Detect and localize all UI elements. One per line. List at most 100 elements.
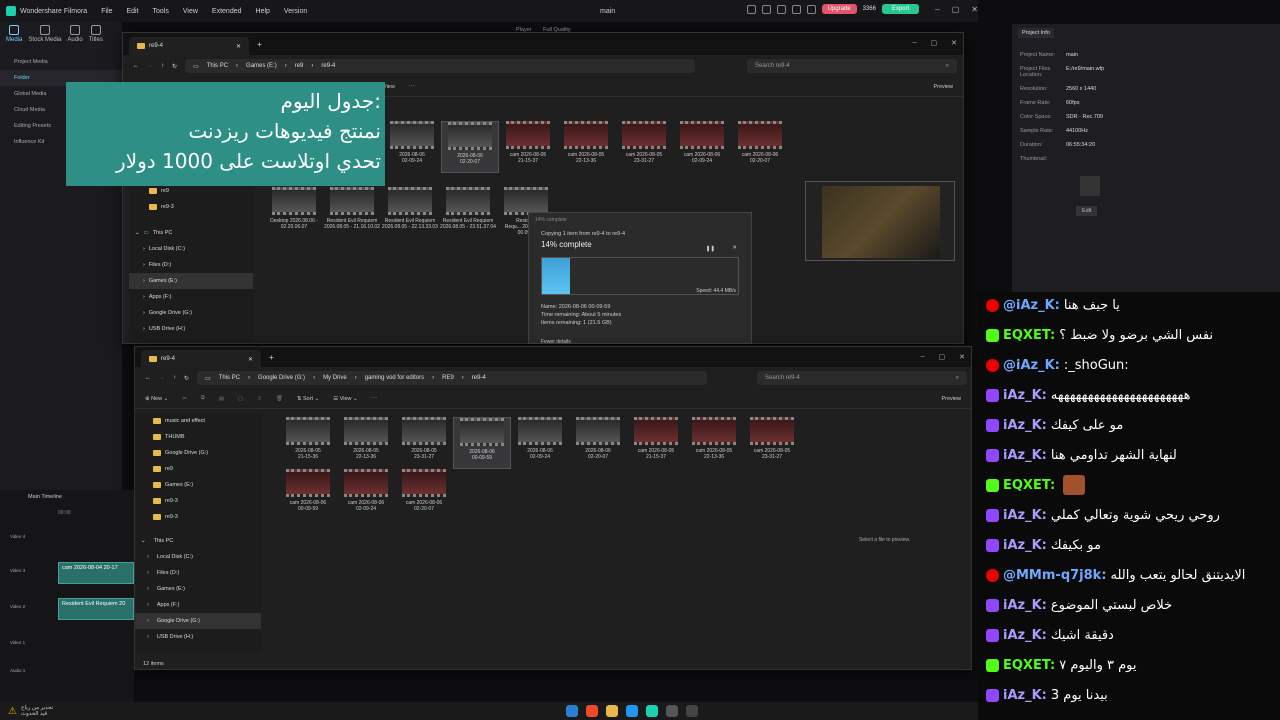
nav-item[interactable]: › Google Drive (G:) [135, 613, 261, 629]
telegram-icon[interactable] [626, 705, 638, 717]
nav-item[interactable]: re9-3 [129, 199, 253, 215]
close-icon[interactable]: ✕ [971, 5, 978, 14]
timeline-title[interactable]: Main Timeline [0, 490, 134, 500]
pause-icon[interactable]: ❚❚ [706, 246, 715, 252]
file-thumbnail[interactable]: cam 2026-08-06 02-09-24 [673, 121, 731, 173]
share-icon[interactable]: ⇪ [257, 396, 262, 402]
crumb[interactable]: re9 [295, 63, 304, 69]
filmora-icon[interactable] [646, 705, 658, 717]
file-thumbnail[interactable]: 2026-08-06 02-20-07 [441, 121, 499, 173]
keyboard-icon[interactable] [776, 4, 786, 14]
file-thumbnail[interactable]: cam 2026-08-05 23-31-27 [743, 417, 801, 469]
menu-version[interactable]: Version [284, 8, 307, 15]
view-button[interactable]: ☰ View ⌄ [333, 396, 357, 402]
nav-item[interactable]: › Google Drive (G:) [129, 305, 253, 321]
more-icon[interactable]: ⋯ [372, 396, 378, 402]
nav-item[interactable]: › Local Disk (C:) [135, 549, 261, 565]
paste-icon[interactable]: ▤ [219, 396, 224, 402]
forward-icon[interactable]: → [147, 63, 153, 69]
cloud-icon[interactable] [791, 4, 801, 14]
minimize-icon[interactable]: – [913, 39, 917, 47]
minimize-icon[interactable]: – [921, 353, 925, 361]
crumb[interactable]: RE9 [442, 375, 454, 381]
menu-edit[interactable]: Edit [126, 8, 138, 15]
file-thumbnail[interactable]: 2026-08-05 22-13-36 [337, 417, 395, 469]
file-thumbnail[interactable]: cam 2026-08-06 00-09-59 [279, 469, 337, 521]
file-explorer-icon[interactable] [606, 705, 618, 717]
file-thumbnail[interactable]: cam 2026-08-06 02-09-24 [337, 469, 395, 521]
file-thumbnail[interactable]: cam 2026-08-05 23-31-27 [615, 121, 673, 173]
close-icon[interactable]: ✕ [951, 39, 957, 47]
delete-icon[interactable]: 🗑 [276, 396, 283, 402]
nav-item[interactable]: Games (E:) [135, 477, 261, 493]
file-thumbnail[interactable]: 2026-08-06 02-20-07 [569, 417, 627, 469]
up-icon[interactable]: ↑ [173, 375, 176, 381]
toolbar-media[interactable]: Media [6, 25, 22, 43]
crumb[interactable]: re9-4 [472, 375, 486, 381]
nav-item[interactable]: › Games (E:) [135, 581, 261, 597]
cancel-icon[interactable]: ✕ [732, 245, 737, 251]
monitor-icon[interactable] [746, 4, 756, 14]
new-tab-icon[interactable]: + [257, 40, 262, 49]
menu-help[interactable]: Help [256, 8, 270, 15]
nav-item[interactable]: › Apps (F:) [135, 597, 261, 613]
project-info-tab[interactable]: Project Info [1018, 28, 1054, 38]
back-icon[interactable]: ← [145, 375, 151, 381]
explorer2-tab[interactable]: re9-4 ✕ [141, 350, 261, 368]
search-input[interactable]: Search re9-4 ⌕ [747, 59, 957, 73]
file-thumbnail[interactable]: 2026-08-06 02-09-24 [511, 417, 569, 469]
crumb[interactable]: This PC [219, 375, 240, 381]
file-thumbnail[interactable]: Resident Evil Requiem 2026.08.05 - 22.13.… [381, 187, 439, 239]
nav-item[interactable]: › Apps (F:) [129, 289, 253, 305]
obs-icon[interactable] [666, 705, 678, 717]
nav-item[interactable]: › Games (E:) [129, 273, 253, 289]
edit-thumbnail-button[interactable]: Edit [1076, 206, 1098, 216]
file-thumbnail[interactable]: cam 2026-08-05 22-13-36 [557, 121, 615, 173]
nav-this-pc[interactable]: ⌄ ▭ This PC [129, 225, 253, 241]
crumb[interactable]: My Drive [323, 375, 347, 381]
upgrade-button[interactable]: Upgrade [821, 4, 857, 14]
minimize-icon[interactable]: – [935, 5, 939, 14]
start-icon[interactable] [566, 705, 578, 717]
close-icon[interactable]: ✕ [959, 353, 965, 361]
file-thumbnail[interactable]: 2026-08-05 23-31-27 [395, 417, 453, 469]
file-thumbnail[interactable]: cam 2026-08-06 02-20-07 [395, 469, 453, 521]
back-icon[interactable]: ← [133, 63, 139, 69]
brave-icon[interactable] [586, 705, 598, 717]
toolbar-stock-media[interactable]: Stock Media [28, 25, 61, 43]
nav-item[interactable]: music and effect [135, 413, 261, 429]
menu-tools[interactable]: Tools [153, 8, 169, 15]
maximize-icon[interactable]: ▢ [939, 353, 946, 361]
timeline-clip[interactable]: Resident Evil Requiem 20 [58, 598, 134, 620]
crumb[interactable]: re9-4 [321, 63, 335, 69]
nav-item[interactable]: › Files (D:) [129, 257, 253, 273]
file-thumbnail[interactable]: 2026-08-06 02-09-24 [383, 121, 441, 173]
file-thumbnail[interactable]: cam 2026-08-06 02-20-07 [731, 121, 789, 173]
nav-item[interactable]: Google Drive (G:) [135, 445, 261, 461]
rename-icon[interactable]: ▢ [238, 396, 243, 402]
nav-item[interactable]: ⌄ This PC [135, 533, 261, 549]
file-thumbnail[interactable]: cam 2026-08-05 22-13-36 [685, 417, 743, 469]
crumb[interactable]: Google Drive (G:) [258, 375, 305, 381]
file-thumbnail[interactable]: 2026-08-05 21-15-36 [279, 417, 337, 469]
refresh-icon[interactable]: ↻ [172, 63, 177, 70]
nav-item[interactable]: re9-3 [135, 493, 261, 509]
address-bar[interactable]: ▭ This PC › Games (E:) › re9 › re9-4 [185, 59, 696, 73]
nav-item[interactable]: › USB Drive (H:) [135, 629, 261, 645]
explorer1-tab[interactable]: re9-4 ✕ [129, 37, 249, 55]
export-button[interactable]: Export [881, 4, 920, 14]
tab-close-icon[interactable]: ✕ [236, 43, 241, 50]
nav-item[interactable]: re9-3 [135, 509, 261, 525]
file-thumbnail[interactable]: cam 2026-08-05 21-15-37 [627, 417, 685, 469]
refresh-icon[interactable]: ↻ [184, 375, 189, 382]
sort-button[interactable]: ⇅ Sort ⌄ [297, 396, 319, 402]
weather-widget[interactable]: تحذير من رياح قيد الحدوث [21, 705, 53, 717]
cut-icon[interactable]: ✂ [182, 396, 187, 402]
toolbar-audio[interactable]: Audio [67, 25, 83, 43]
nav-item[interactable]: › Local Disk (C:) [129, 241, 253, 257]
crumb[interactable]: This PC [207, 63, 228, 69]
menu-view[interactable]: View [183, 8, 198, 15]
copy-icon[interactable]: ⧉ [201, 395, 205, 402]
notification-icon[interactable] [806, 4, 816, 14]
file-thumbnail[interactable]: Resident Evil Requiem 2026.08.05 - 23.51.… [439, 187, 497, 239]
